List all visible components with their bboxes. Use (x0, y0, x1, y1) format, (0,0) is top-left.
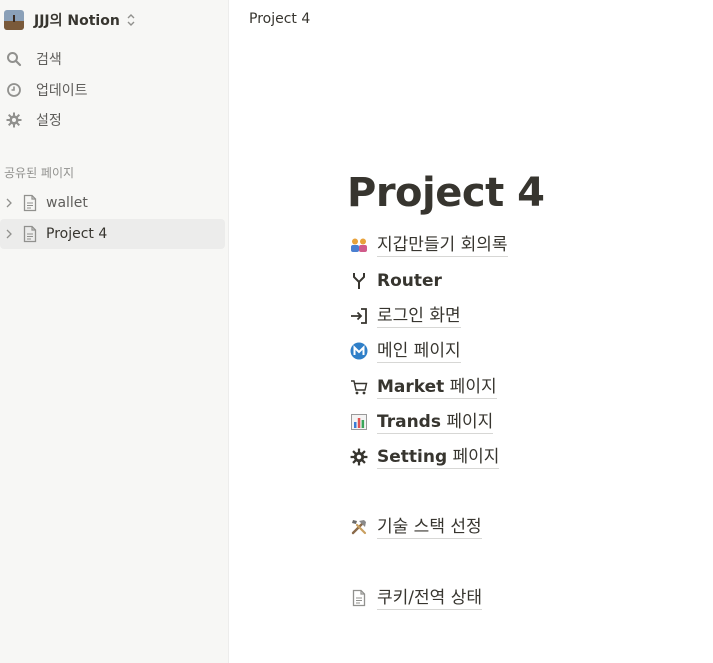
chevron-right-icon[interactable] (2, 227, 16, 241)
gear-icon (349, 447, 369, 467)
fork-icon (349, 271, 369, 291)
sidebar: JJJ의 Notion 검색 업데이트 설정 공유된 페이지 wallet Pr… (0, 0, 229, 663)
link-label: 기술 스택 선정 (377, 516, 482, 539)
bar-chart-icon (349, 412, 369, 432)
link-label: Market 페이지 (377, 376, 497, 399)
cart-icon (349, 377, 369, 397)
page-icon (349, 588, 369, 608)
chevron-up-down-icon (127, 14, 135, 26)
tools-icon (349, 517, 369, 537)
link-label: 지갑만들기 회의록 (377, 234, 508, 257)
link-router[interactable]: Router (349, 267, 442, 295)
link-label: 메인 페이지 (377, 340, 461, 363)
page-icon (23, 225, 37, 243)
page-title[interactable]: Project 4 (347, 170, 545, 216)
breadcrumb[interactable]: Project 4 (249, 11, 310, 27)
nav-settings[interactable]: 설정 (4, 106, 224, 134)
link-cookie-global-state[interactable]: 쿠키/전역 상태 (349, 584, 482, 612)
link-label: Setting 페이지 (377, 446, 500, 469)
link-trands-page[interactable]: Trands 페이지 (349, 408, 494, 436)
shared-pages-heading: 공유된 페이지 (4, 166, 75, 180)
link-main-page[interactable]: 메인 페이지 (349, 337, 461, 365)
link-label: 쿠키/전역 상태 (377, 587, 482, 610)
nav-updates[interactable]: 업데이트 (4, 76, 224, 104)
link-label: Trands 페이지 (377, 411, 494, 434)
nav-label: 검색 (36, 52, 62, 68)
page-icon (23, 194, 37, 212)
sidebar-item-project-4[interactable]: Project 4 (0, 219, 225, 249)
people-emoji-icon (349, 235, 369, 255)
link-login-screen[interactable]: 로그인 화면 (349, 302, 461, 330)
clock-icon (4, 80, 24, 100)
search-icon (4, 49, 24, 69)
chevron-right-icon[interactable] (2, 196, 16, 210)
nav-label: 업데이트 (36, 83, 88, 99)
sidebar-item-label: wallet (46, 195, 88, 211)
workspace-switcher[interactable]: JJJ의 Notion (4, 6, 140, 34)
m-circle-icon (349, 341, 369, 361)
workspace-name: JJJ의 Notion (34, 13, 120, 29)
gear-icon (4, 110, 24, 130)
nav-label: 설정 (36, 113, 62, 129)
workspace-avatar (4, 10, 24, 30)
link-label: 로그인 화면 (377, 305, 461, 328)
link-market-page[interactable]: Market 페이지 (349, 373, 497, 401)
link-label: Router (377, 271, 442, 291)
sidebar-item-wallet[interactable]: wallet (0, 188, 225, 218)
sidebar-item-label: Project 4 (46, 226, 108, 242)
login-arrow-icon (349, 306, 369, 326)
link-tech-stack[interactable]: 기술 스택 선정 (349, 513, 482, 541)
nav-search[interactable]: 검색 (4, 45, 224, 73)
link-meeting-notes[interactable]: 지갑만들기 회의록 (349, 231, 508, 259)
link-setting-page[interactable]: Setting 페이지 (349, 443, 500, 471)
